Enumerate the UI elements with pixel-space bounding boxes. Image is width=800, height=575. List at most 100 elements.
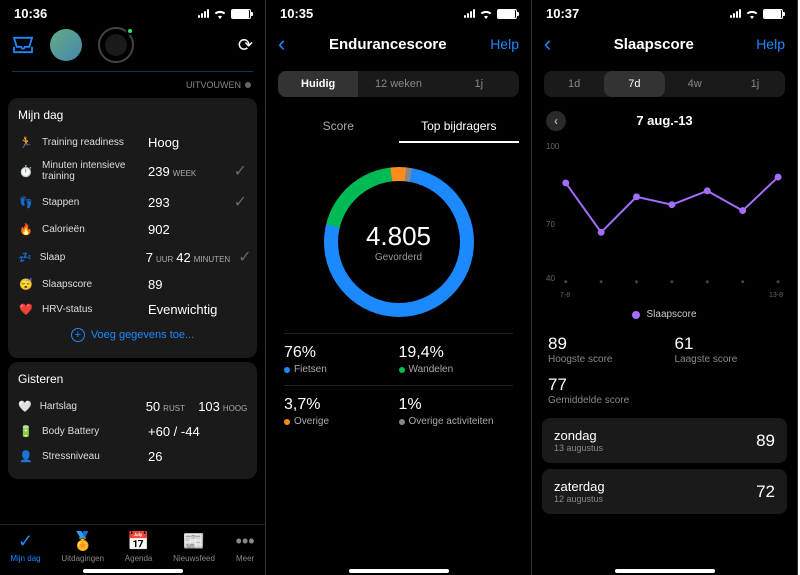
wifi-icon [745,9,759,19]
day-row[interactable]: zaterdag12 augustus 72 [542,469,787,514]
tab-icon: 🏅 [71,531,93,552]
metric-row[interactable]: 🔥Calorieën902 [18,217,247,242]
time-segment: Huidig12 weken1j [278,71,519,97]
metric-row[interactable]: 🔋Body Battery+60 / -44 [18,419,247,444]
contributor-cell[interactable]: 1% Overige activiteiten [399,385,514,437]
add-data-button[interactable]: +Voeg gegevens toe... [18,322,247,348]
subtab[interactable]: Score [278,111,399,143]
back-button[interactable]: ‹ [544,31,551,57]
legend-dot-icon [632,311,640,319]
metric-row[interactable]: 👣Stappen293✓ [18,187,247,217]
device-badge[interactable] [98,27,134,63]
stat-value: 77 [548,375,655,395]
metric-label: Slaapscore [42,279,140,290]
metric-row[interactable]: ⏱️Minuten intensieve training239WEEK✓ [18,155,247,187]
tab-item[interactable]: 🏅Uitdagingen [61,531,104,563]
range-option[interactable]: 7d [604,71,664,97]
stat-label: Gemiddelde score [548,395,655,406]
check-icon: ✓ [234,192,247,212]
metric-row[interactable]: ❤️HRV-statusEvenwichtig [18,297,247,322]
range-segment: 1d7d4w1j [544,71,785,97]
nav-header: ‹ Endurancescore Help [266,23,531,65]
range-option[interactable]: 1j [725,71,785,97]
endurance-level: Gevorderd [375,252,422,263]
stat-label: Hoogste score [548,354,655,365]
segment-option[interactable]: 1j [439,71,519,97]
help-button[interactable]: Help [756,36,785,52]
inbox-icon[interactable] [12,36,34,54]
metric-icon: ⏱️ [18,165,34,178]
sleep-chart[interactable]: 100 70 40 7-8 13-8 [546,142,783,297]
metric-row[interactable]: 💤Slaap7UUR42MINUTEN✓ [18,242,247,272]
clock: 10:35 [280,6,313,21]
metric-icon: 👣 [18,196,34,209]
metric-value: +60 / -44 [148,424,200,439]
metric-value: Evenwichtig [148,302,217,317]
tab-icon: 📅 [127,531,149,552]
tab-item[interactable]: •••Meer [236,531,255,563]
help-button[interactable]: Help [490,36,519,52]
contributor-label: Fietsen [284,364,399,375]
screen-endurance: 10:35 ‹ Endurancescore Help Huidig12 wek… [266,0,532,575]
day-score: 72 [756,482,775,502]
home-indicator[interactable] [349,569,449,573]
tab-item[interactable]: ✓Mijn dag [10,531,40,563]
range-option[interactable]: 1d [544,71,604,97]
card-title: Mijn dag [18,108,247,122]
contributor-cell[interactable]: 19,4% Wandelen [399,333,514,385]
contributor-pct: 3,7% [284,396,399,414]
metric-label: HRV-status [42,304,140,315]
metric-value: Hoog [148,135,179,150]
status-icons [198,9,251,19]
battery-icon [763,9,783,19]
metric-row[interactable]: 🏃 Training readiness Hoog [18,130,247,155]
metric-value: 26 [148,449,162,464]
metric-icon: 🏃 [18,136,34,149]
contributor-label: Overige activiteiten [399,416,514,427]
clock: 10:37 [546,6,579,21]
metric-row[interactable]: 😴Slaapscore89 [18,272,247,297]
expand-button[interactable]: UITVOUWEN [0,76,265,94]
contributor-pct: 19,4% [399,344,514,362]
subtab[interactable]: Top bijdragers [399,111,520,143]
back-button[interactable]: ‹ [278,31,285,57]
tab-item[interactable]: 📰Nieuwsfeed [173,531,215,563]
tab-item[interactable]: 📅 Agenda [125,531,153,563]
tab-label: Agenda [125,554,153,563]
sync-icon[interactable]: ⟳ [238,35,253,56]
date-range-label: 7 aug.-13 [636,113,692,128]
range-option[interactable]: 4w [665,71,725,97]
clock: 10:36 [14,6,47,21]
chart-legend: Slaapscore [532,301,797,328]
contributor-pct: 1% [399,396,514,414]
stat-cell: 77Gemiddelde score [548,375,655,406]
home-indicator[interactable] [83,569,183,573]
day-score: 89 [756,431,775,451]
segment-option[interactable]: Huidig [278,71,358,97]
day-date: 12 augustus [554,494,605,504]
day-row[interactable]: zondag13 augustus89 [542,418,787,463]
metric-label: Training readiness [42,137,140,148]
header-row: ⟳ [0,23,265,67]
screen-my-day: 10:36 ⟳ UITVOUWEN Mijn dag 🏃 Training rea… [0,0,266,575]
wifi-icon [479,9,493,19]
metric-icon: 🤍 [18,400,32,413]
contributor-cell[interactable]: 76%Fietsen [284,333,399,385]
avatar[interactable] [50,29,82,61]
stat-label: Laagste score [675,354,782,365]
segment-option[interactable]: 12 weken [358,71,438,97]
metric-icon: 💤 [18,251,32,264]
contributor-cell[interactable]: 3,7%Overige [284,385,399,437]
prev-arrow[interactable]: ‹ [546,111,566,131]
cellular-icon [198,9,209,18]
contributor-label: Wandelen [399,364,514,375]
stat-value: 61 [675,334,782,354]
metric-value: 50RUST 103HOOG [146,399,248,414]
metric-value: 902 [148,222,170,237]
metric-row[interactable]: 🤍Hartslag50RUST 103HOOG [18,394,247,419]
donut-chart: 4.805 Gevorderd [266,143,531,333]
day-name: zaterdag [554,479,605,494]
battery-icon [231,9,251,19]
metric-row[interactable]: 👤Stressniveau26 [18,444,247,469]
home-indicator[interactable] [615,569,715,573]
